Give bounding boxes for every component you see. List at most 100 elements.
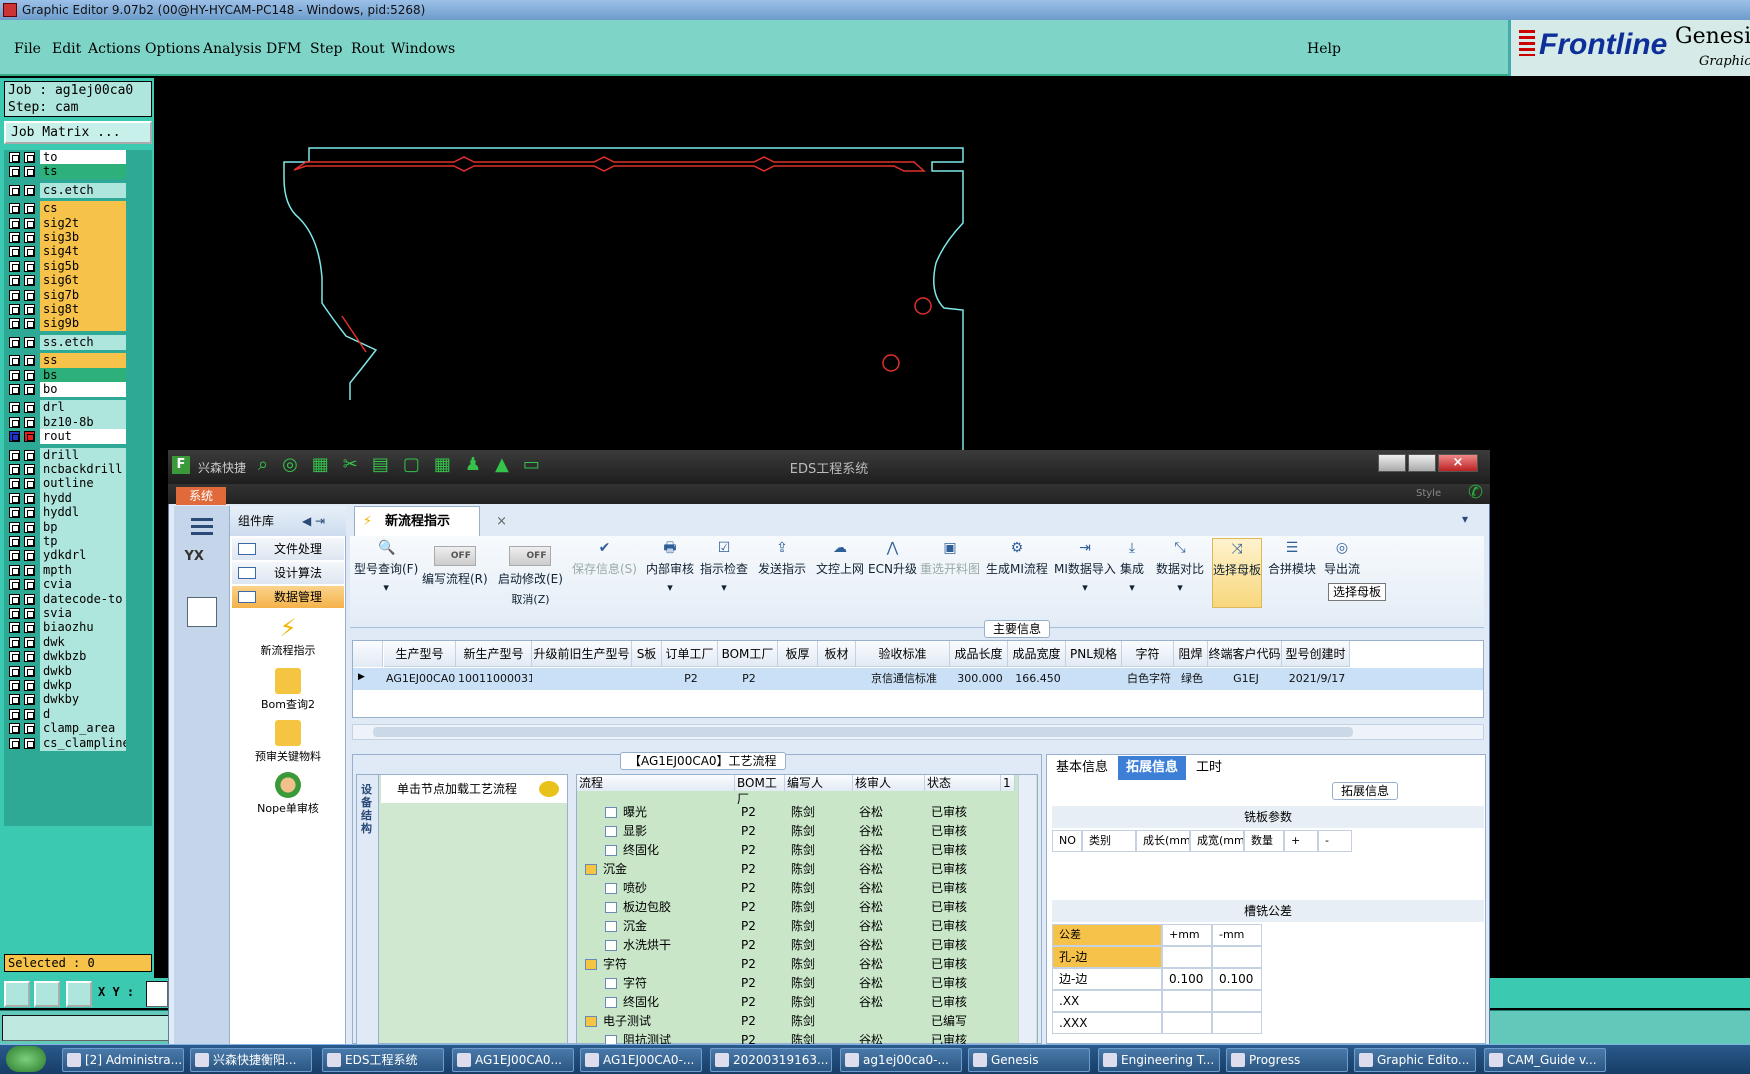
layer-name[interactable]: tp: [40, 534, 126, 549]
tol-value[interactable]: [1162, 1012, 1212, 1034]
ribbon-button[interactable]: ☁文控上网: [816, 538, 864, 608]
layer-name[interactable]: ss: [40, 353, 126, 368]
layer-row[interactable]: bo: [4, 382, 152, 397]
tol-value[interactable]: 0.100: [1162, 968, 1212, 990]
layer-name[interactable]: sig7b: [40, 288, 126, 303]
collapse-icon[interactable]: ◀ ⇥: [302, 506, 325, 536]
layer-row[interactable]: sig4t: [4, 244, 152, 259]
layer-affected-checkbox[interactable]: [24, 417, 35, 428]
layer-affected-checkbox[interactable]: [24, 431, 35, 442]
mill-header[interactable]: -: [1318, 830, 1352, 852]
layer-name[interactable]: sig4t: [40, 244, 126, 259]
start-button[interactable]: [6, 1046, 46, 1072]
tol-value[interactable]: 0.100: [1212, 968, 1262, 990]
layer-row[interactable]: d: [4, 707, 152, 722]
layer-name[interactable]: sig8t: [40, 302, 126, 317]
taskbar-item[interactable]: ag1ej00ca0-...: [840, 1048, 962, 1072]
layer-affected-checkbox[interactable]: [24, 232, 35, 243]
menu-options[interactable]: Options: [145, 41, 200, 57]
layer-row[interactable]: mpth: [4, 563, 152, 578]
taskbar-item[interactable]: [2] Administra...: [62, 1048, 184, 1072]
layer-checkbox[interactable]: [9, 261, 20, 272]
taskbar-item[interactable]: AG1EJ00CA0-...: [580, 1048, 702, 1072]
list-item[interactable]: 电子测试P2陈剑已编写: [577, 1012, 1015, 1031]
tab-system[interactable]: 系统: [176, 487, 226, 505]
layer-checkbox[interactable]: [9, 290, 20, 301]
layer-checkbox[interactable]: [9, 402, 20, 413]
layer-checkbox[interactable]: [9, 637, 20, 648]
zoom-icon[interactable]: [4, 981, 30, 1007]
tab-dropdown-icon[interactable]: ▾: [1462, 512, 1468, 526]
layer-checkbox[interactable]: [9, 694, 20, 705]
layer-name[interactable]: ydkdrl: [40, 548, 126, 563]
layer-row[interactable]: outline: [4, 476, 152, 491]
layer-checkbox[interactable]: [9, 550, 20, 561]
layer-checkbox[interactable]: [9, 536, 20, 547]
list-item[interactable]: 板边包胶P2陈剑谷松已审核: [577, 898, 1015, 917]
layer-checkbox[interactable]: [9, 680, 20, 691]
layer-row[interactable]: cs_clampline: [4, 736, 152, 751]
layer-row[interactable]: dwkb: [4, 664, 152, 679]
toggle-switch[interactable]: OFF: [434, 546, 476, 566]
grid-header[interactable]: 生产型号: [384, 641, 456, 667]
menu-rout[interactable]: Rout: [351, 41, 385, 57]
pre-review-shortcut[interactable]: 预审关键物料: [232, 720, 344, 764]
layer-name[interactable]: dwkbzb: [40, 649, 126, 664]
layer-name[interactable]: dwkby: [40, 692, 126, 707]
style-label[interactable]: Style: [1416, 488, 1441, 499]
layer-name[interactable]: cs: [40, 201, 126, 216]
tol-value[interactable]: [1162, 946, 1212, 968]
layer-name[interactable]: datecode-to: [40, 592, 126, 607]
tol-value[interactable]: [1162, 990, 1212, 1012]
ribbon-button[interactable]: ⇥MI数据导入▾: [1054, 538, 1116, 608]
layer-name[interactable]: mpth: [40, 563, 126, 578]
tab-work-hours[interactable]: 工时: [1188, 756, 1230, 780]
layer-name[interactable]: biaozhu: [40, 620, 126, 635]
layer-row[interactable]: bs: [4, 368, 152, 383]
layer-affected-checkbox[interactable]: [24, 594, 35, 605]
layer-checkbox[interactable]: [9, 304, 20, 315]
ribbon-button[interactable]: ☑指示检查▾: [700, 538, 748, 608]
layer-name[interactable]: cs_clampline: [40, 736, 126, 751]
layer-row[interactable]: sig7b: [4, 288, 152, 303]
layer-checkbox[interactable]: [9, 275, 20, 286]
layer-affected-checkbox[interactable]: [24, 666, 35, 677]
menu-step[interactable]: Step: [310, 41, 342, 57]
layer-affected-checkbox[interactable]: [24, 536, 35, 547]
menu-dfm[interactable]: DFM: [266, 41, 301, 57]
mill-header[interactable]: 类别: [1082, 830, 1136, 852]
layer-checkbox[interactable]: [9, 493, 20, 504]
layer-checkbox[interactable]: [9, 608, 20, 619]
layer-name[interactable]: outline: [40, 476, 126, 491]
flow-scrollbar[interactable]: [1018, 775, 1036, 1043]
layer-row[interactable]: dwkp: [4, 678, 152, 693]
layer-row[interactable]: cs.etch: [4, 183, 152, 198]
layer-affected-checkbox[interactable]: [24, 166, 35, 177]
layer-affected-checkbox[interactable]: [24, 579, 35, 590]
layer-name[interactable]: sig5b: [40, 259, 126, 274]
ribbon-button[interactable]: OFF编写流程(R): [422, 538, 488, 608]
layer-row[interactable]: ncbackdrill: [4, 462, 152, 477]
ribbon-button[interactable]: ⤡数据对比▾: [1156, 538, 1204, 608]
layer-name[interactable]: sig9b: [40, 316, 126, 331]
grid-header[interactable]: PNL规格: [1066, 641, 1122, 667]
layer-checkbox[interactable]: [9, 651, 20, 662]
layer-affected-checkbox[interactable]: [24, 304, 35, 315]
layer-row[interactable]: hydd: [4, 491, 152, 506]
grid-header[interactable]: BOM工厂: [718, 641, 778, 667]
layer-affected-checkbox[interactable]: [24, 275, 35, 286]
layer-affected-checkbox[interactable]: [24, 493, 35, 504]
tol-value[interactable]: [1212, 946, 1262, 968]
taskbar-item[interactable]: Engineering T...: [1098, 1048, 1220, 1072]
layer-row[interactable]: to: [4, 150, 152, 165]
layer-checkbox[interactable]: [9, 666, 20, 677]
layer-row[interactable]: ss: [4, 353, 152, 368]
layer-name[interactable]: ts: [40, 164, 126, 179]
layer-row[interactable]: rout: [4, 429, 152, 444]
grid-header[interactable]: 终端客户代码: [1208, 641, 1282, 667]
ribbon-sub[interactable]: ▾: [646, 581, 694, 594]
layer-name[interactable]: cvia: [40, 577, 126, 592]
taskbar-item[interactable]: Genesis: [968, 1048, 1090, 1072]
layer-affected-checkbox[interactable]: [24, 290, 35, 301]
layer-row[interactable]: sig2t: [4, 216, 152, 231]
